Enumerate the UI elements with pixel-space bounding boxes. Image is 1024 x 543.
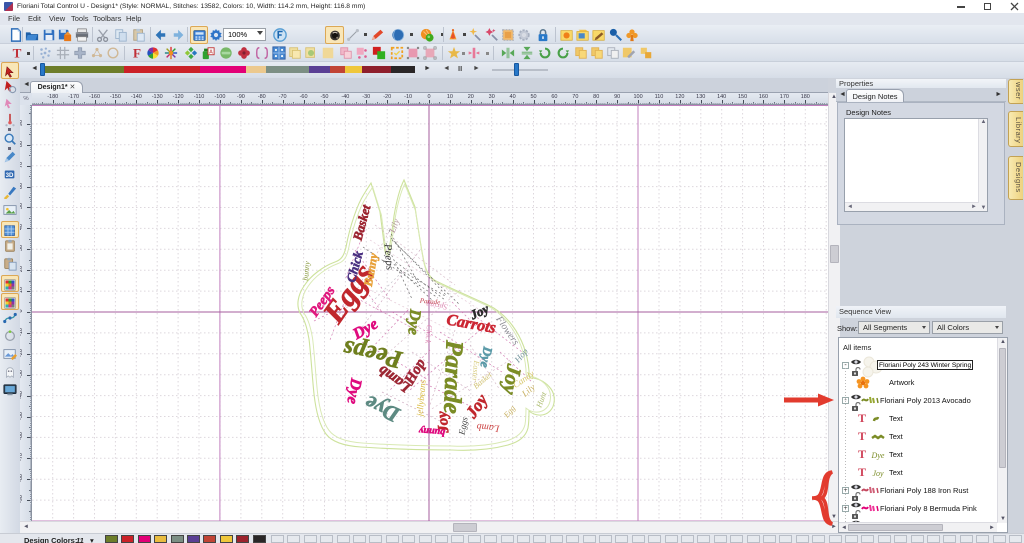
- svg-text:Lamb: Lamb: [476, 421, 501, 434]
- svg-text:jellybeans: jellybeans: [414, 379, 427, 418]
- svg-text:T: T: [13, 46, 22, 60]
- svg-text:Dye: Dye: [404, 308, 423, 336]
- svg-text:bunny: bunny: [301, 260, 312, 281]
- svg-text:Basket: Basket: [349, 203, 373, 243]
- svg-text:3D: 3D: [6, 172, 14, 179]
- svg-text:Eggs: Eggs: [456, 416, 469, 437]
- svg-text:Joy: Joy: [872, 469, 884, 478]
- svg-text:Peeps: Peeps: [381, 242, 395, 270]
- svg-text:Dye: Dye: [360, 390, 404, 428]
- svg-text:Hunt: Hunt: [534, 390, 549, 410]
- svg-text:Dye: Dye: [871, 451, 885, 460]
- svg-text:Parade: Parade: [438, 339, 468, 415]
- svg-text:Parade: Parade: [418, 297, 440, 307]
- svg-text:Peeps: Peeps: [341, 334, 406, 373]
- svg-text:F: F: [133, 46, 141, 60]
- svg-text:bunny: bunny: [418, 425, 446, 438]
- svg-text:Egg: Egg: [501, 404, 517, 420]
- svg-text:Chick: Chick: [423, 324, 434, 344]
- svg-text:A: A: [209, 49, 213, 55]
- svg-text:Dye: Dye: [343, 376, 364, 405]
